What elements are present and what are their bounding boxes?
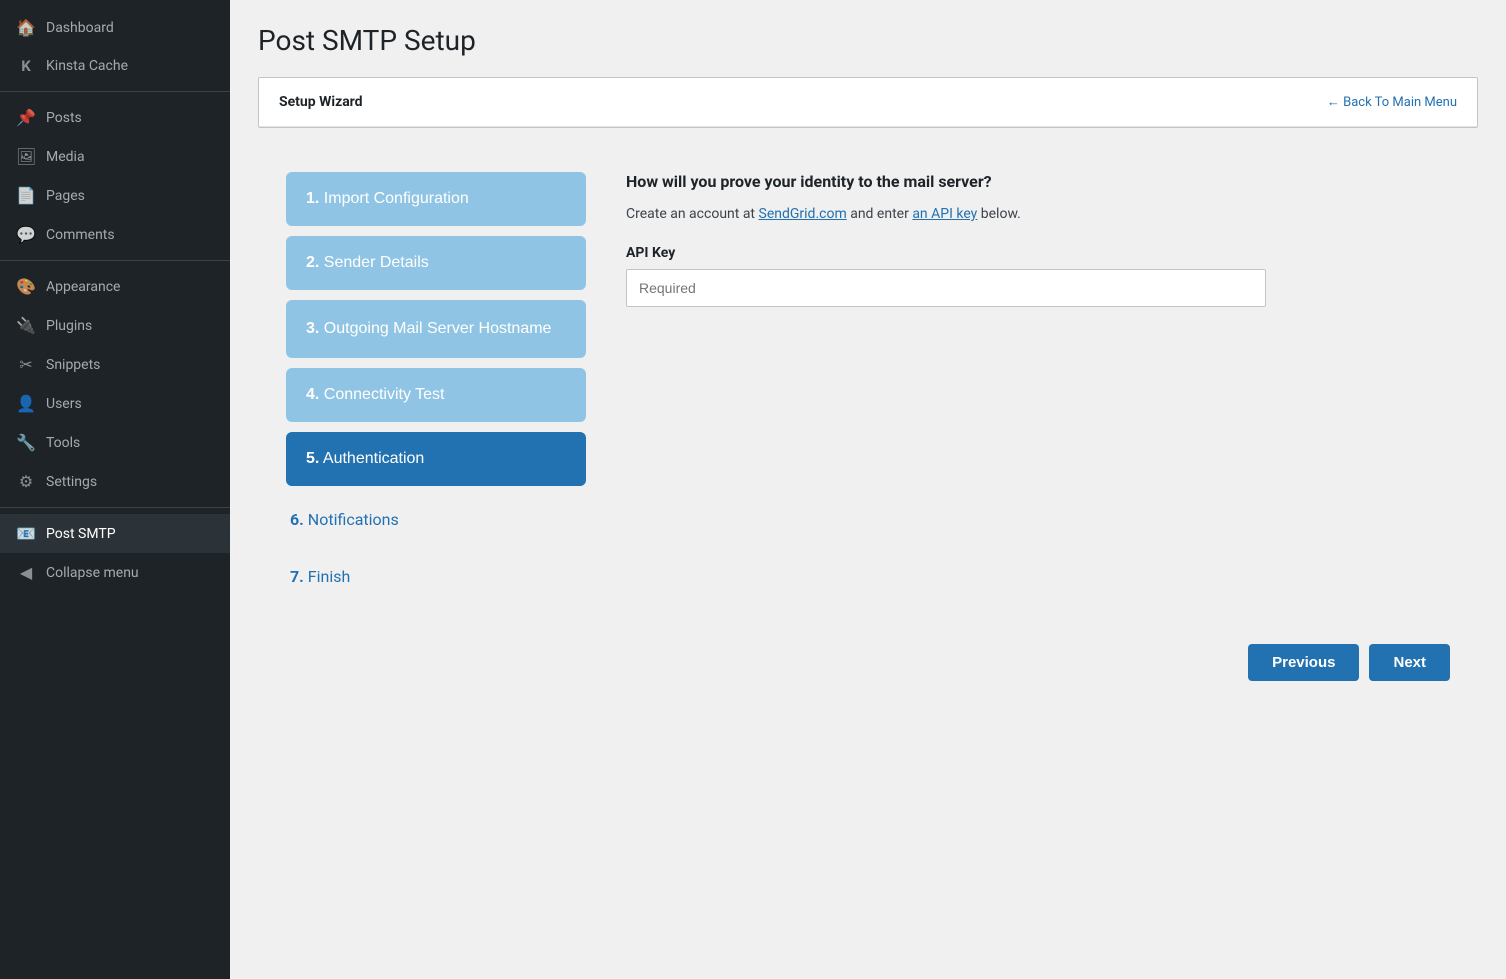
sidebar-item-label: Plugins [46, 318, 92, 334]
posts-icon: 📌 [16, 108, 36, 127]
previous-button[interactable]: Previous [1248, 644, 1359, 681]
media-icon: 🖼 [16, 147, 36, 166]
description-middle: and enter [847, 206, 913, 222]
step-2-button[interactable]: 2. Sender Details [286, 236, 586, 290]
sidebar-item-label: Tools [46, 435, 80, 451]
sidebar-item-label: Media [46, 149, 85, 165]
step-1-button[interactable]: 1. Import Configuration [286, 172, 586, 226]
snippets-icon: ✂ [16, 355, 36, 374]
sidebar-item-snippets[interactable]: ✂ Snippets [0, 345, 230, 384]
content-area: 1. Import Configuration 2. Sender Detail… [258, 148, 1478, 624]
sidebar-item-users[interactable]: 👤 Users [0, 384, 230, 423]
main-content: Post SMTP Setup Setup Wizard ← Back To M… [230, 0, 1506, 979]
card-header-title: Setup Wizard [279, 94, 363, 110]
sendgrid-link[interactable]: SendGrid.com [759, 206, 847, 222]
description-suffix: below. [977, 206, 1021, 222]
sidebar-item-posts[interactable]: 📌 Posts [0, 98, 230, 137]
sidebar-item-comments[interactable]: 💬 Comments [0, 215, 230, 254]
description-prefix: Create an account at [626, 206, 759, 222]
sidebar-item-label: Collapse menu [46, 565, 139, 581]
kinsta-icon: K [16, 57, 36, 75]
step-6-link[interactable]: 6. Notifications [286, 496, 586, 543]
sidebar-item-label: Pages [46, 188, 85, 204]
appearance-icon: 🎨 [16, 277, 36, 296]
sidebar-item-media[interactable]: 🖼 Media [0, 137, 230, 176]
dashboard-icon: 🏠 [16, 18, 36, 37]
sidebar-item-dashboard[interactable]: 🏠 Dashboard [0, 8, 230, 47]
back-to-main-menu-link[interactable]: ← Back To Main Menu [1327, 94, 1457, 110]
plugins-icon: 🔌 [16, 316, 36, 335]
sidebar-item-label: Snippets [46, 357, 100, 373]
api-key-input[interactable] [626, 269, 1266, 307]
sidebar-item-label: Appearance [46, 279, 120, 295]
sidebar-item-kinsta-cache[interactable]: K Kinsta Cache [0, 47, 230, 85]
step-3-button[interactable]: 3. Outgoing Mail Server Hostname [286, 300, 586, 358]
card-header: Setup Wizard ← Back To Main Menu [259, 78, 1477, 127]
sidebar-item-post-smtp[interactable]: 📧 Post SMTP [0, 514, 230, 553]
settings-icon: ⚙ [16, 472, 36, 491]
description-text: Create an account at SendGrid.com and en… [626, 203, 1450, 225]
sidebar-item-label: Dashboard [46, 20, 114, 36]
step-4-button[interactable]: 4. Connectivity Test [286, 368, 586, 422]
steps-panel: 1. Import Configuration 2. Sender Detail… [286, 172, 586, 600]
collapse-icon: ◀ [16, 563, 36, 582]
sidebar-item-collapse[interactable]: ◀ Collapse menu [0, 553, 230, 592]
step-7-link[interactable]: 7. Finish [286, 553, 586, 600]
footer-bar: Previous Next [258, 624, 1478, 701]
sidebar-item-label: Post SMTP [46, 526, 116, 542]
sidebar-item-tools[interactable]: 🔧 Tools [0, 423, 230, 462]
right-panel: How will you prove your identity to the … [626, 172, 1450, 600]
sidebar-item-label: Settings [46, 474, 97, 490]
api-key-label: API Key [626, 245, 1450, 261]
next-button[interactable]: Next [1369, 644, 1450, 681]
sidebar-item-appearance[interactable]: 🎨 Appearance [0, 267, 230, 306]
sidebar-item-label: Comments [46, 227, 115, 243]
sidebar-item-plugins[interactable]: 🔌 Plugins [0, 306, 230, 345]
sidebar-item-pages[interactable]: 📄 Pages [0, 176, 230, 215]
page-title: Post SMTP Setup [258, 24, 1478, 57]
question-title: How will you prove your identity to the … [626, 172, 1450, 191]
pages-icon: 📄 [16, 186, 36, 205]
tools-icon: 🔧 [16, 433, 36, 452]
sidebar-item-settings[interactable]: ⚙ Settings [0, 462, 230, 501]
users-icon: 👤 [16, 394, 36, 413]
sidebar-item-label: Posts [46, 110, 82, 126]
sidebar-item-label: Users [46, 396, 82, 412]
api-key-link[interactable]: an API key [912, 206, 977, 222]
post-smtp-icon: 📧 [16, 524, 36, 543]
setup-wizard-card: Setup Wizard ← Back To Main Menu [258, 77, 1478, 128]
sidebar-item-label: Kinsta Cache [46, 58, 128, 74]
sidebar: 🏠 Dashboard K Kinsta Cache 📌 Posts 🖼 Med… [0, 0, 230, 979]
step-5-button[interactable]: 5. Authentication [286, 432, 586, 486]
comments-icon: 💬 [16, 225, 36, 244]
